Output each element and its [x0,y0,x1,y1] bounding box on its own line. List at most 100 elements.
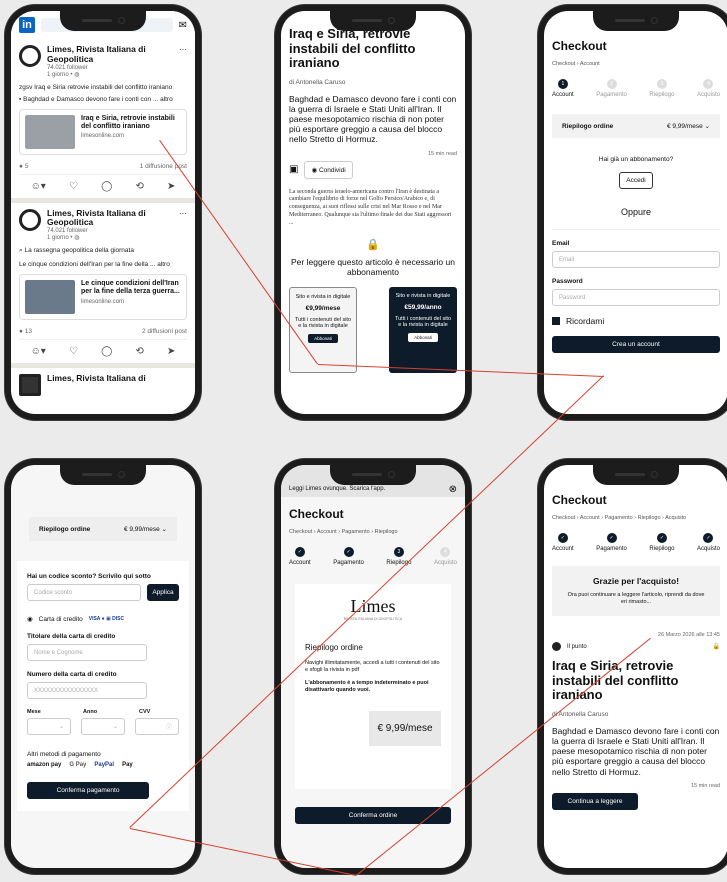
amazon-pay-button[interactable]: amazon pay [27,762,61,768]
holder-field[interactable]: Nome e Cognome [27,644,147,661]
confirm-payment-button[interactable]: Conferma pagamento [27,782,149,799]
plan-desc: Tutti i contenuti del sito e la rivista … [294,316,352,329]
comment-icon[interactable]: ◯ [101,346,112,357]
checkbox-icon[interactable] [552,317,560,325]
like-icon[interactable]: ♡ [69,346,78,357]
remember-label: Ricordami [566,316,605,326]
cvv-field[interactable]: ⓘ [135,718,179,735]
post-author[interactable]: Limes, Rivista Italiana di Geopolitica [47,208,173,229]
card-title: Iraq e Siria, retrovie instabili del con… [81,114,175,130]
repost-icon[interactable]: ⟲ [135,346,143,357]
google-pay-button[interactable]: G Pay [69,762,86,768]
year-select[interactable]: ⌄ [81,718,125,735]
subscribe-button[interactable]: Abbonati [408,332,438,342]
create-account-button[interactable]: Crea un account [552,336,720,353]
like-icon[interactable]: ♡ [69,181,78,192]
reaction-icon: ● [19,162,23,170]
post-actions: ☺▾ ♡ ◯ ⟲ ➤ [19,175,187,198]
card-number-field[interactable]: XXXXXXXXXXXXXXXX [27,682,147,699]
avatar-switch-icon[interactable]: ☺▾ [31,181,46,192]
card-title: Le cinque condizioni dell'Iran per la fi… [81,280,180,296]
continue-reading-button[interactable]: Continua a leggere [552,792,638,810]
post-text-more[interactable]: Le cinque condizioni dell'Iran per la fi… [19,261,187,268]
password-field[interactable]: Password [552,289,720,306]
apply-button[interactable]: Applica [147,584,179,601]
checkout-payment-screen: Riepilogo ordine € 9,99/mese ⌄ Hai un cod… [11,465,195,868]
link-card[interactable]: Le cinque condizioni dell'Iran per la fi… [19,274,187,321]
step-account: 1 Account [552,79,574,98]
lock-icon: 🔒 [366,238,380,251]
send-icon[interactable]: ➤ [167,346,175,357]
post-author[interactable]: Limes, Rivista Italiana di [47,373,146,396]
post-text: ⌕ La rassegna geopolitica della giornata [19,247,134,255]
card-number-label: Numero della carta di credito [27,671,117,678]
thank-you-text: Ora puoi continuare a leggere l'articolo… [567,592,705,606]
send-icon[interactable]: ➤ [167,181,175,192]
post-actions: ☺▾ ♡ ◯ ⟲ ➤ [19,340,187,363]
order-summary-dropdown[interactable]: Riepilogo ordine € 9,99/mese ⌄ [29,517,177,541]
avatar[interactable] [19,374,41,397]
post-text-more[interactable]: ▪ Baghdad e Damasco devono fare i conti … [19,96,187,103]
or-divider: Oppure [552,207,720,230]
article-lead: Baghdad e Damasco devono fare i conti co… [552,725,720,777]
paywall-message: Per leggere questo articolo è necessario… [291,256,455,277]
avatar-switch-icon[interactable]: ☺▾ [31,346,46,357]
repost-icon[interactable]: ⟲ [135,181,143,192]
phone-checkout-payment: Riepilogo ordine € 9,99/mese ⌄ Hai un cod… [5,459,201,874]
more-icon[interactable]: ··· [179,209,187,242]
share-button[interactable]: ◉ Condividi [304,160,353,179]
email-field[interactable]: Email [552,251,720,268]
message-icon[interactable]: ✉ [179,20,187,31]
step-summary: 3 Riepilogo [649,79,675,98]
apple-pay-button[interactable]: Pay [122,762,133,768]
post-author[interactable]: Limes, Rivista Italiana di Geopolitica [47,44,173,65]
close-icon[interactable]: ⊗ [449,484,457,495]
phone-notch [593,465,679,485]
chevron-down-icon: ⌄ [161,526,167,533]
globe-icon: ◍ [74,235,80,242]
phone-notch [60,465,146,485]
article-author[interactable]: di Antonella Caruso [552,711,720,718]
article-lead: Baghdad e Damasco devono fare i conti co… [289,93,457,145]
feed-post: Limes, Rivista Italiana di Geopolitica 7… [11,39,195,198]
breadcrumb[interactable]: Checkout › Account [552,61,720,67]
post-time: 1 giorno • [47,71,73,78]
thank-you-title: Grazie per l'acquisto! [592,576,680,586]
read-time: 15 min read [690,782,720,789]
step-account: ✓ Account [552,533,574,552]
checkout-steps: ✓ Account ✓ Pagamento 3 Riepilogo 4 Acquisto [289,547,457,566]
discount-field[interactable]: Codice sconto [27,584,141,601]
plan-desc: Tutti i contenuti del sito e la rivista … [394,315,452,328]
order-summary-dropdown[interactable]: Riepilogo ordine € 9,99/mese ⌄ [552,114,720,138]
avatar[interactable] [19,45,41,67]
paypal-button[interactable]: PayPal [94,762,114,768]
breadcrumb[interactable]: Checkout › Account › Pagamento › Riepilo… [552,515,720,521]
linkedin-logo[interactable]: in [19,17,35,33]
login-button[interactable]: Accedi [619,172,653,189]
checkout-complete-screen: Checkout Checkout › Account › Pagamento … [544,465,727,868]
page-title: Checkout [552,493,607,507]
article-author[interactable]: di Antonella Caruso [289,79,457,86]
more-icon[interactable]: ··· [179,45,187,78]
phone-notch [330,465,416,485]
comment-icon[interactable]: ◯ [101,181,112,192]
plan-yearly[interactable]: Sito e rivista in digitale €59,99/anno T… [389,286,457,373]
globe-icon: ◍ [74,71,80,78]
breadcrumb[interactable]: Checkout › Account › Pagamento › Riepilo… [289,529,457,535]
post-time: 1 giorno • [47,235,73,242]
password-label: Password [552,278,583,285]
radio-icon[interactable]: ◉ [27,615,33,623]
subscribe-button[interactable]: Abbonati [308,333,338,343]
article-thumbnail [25,280,75,315]
link-card[interactable]: Iraq e Siria, retrovie instabili del con… [19,108,187,155]
step-payment: ✓ Pagamento [596,533,627,552]
checkout-steps: 1 Account 2 Pagamento 3 Riepilogo 4 Acquisto [552,79,720,98]
section-tag[interactable]: Il punto [567,644,587,650]
plan-name: Sito e rivista in digitale [295,293,351,300]
month-select[interactable]: ⌄ [27,718,71,735]
phone-notch [330,11,416,31]
plan-monthly[interactable]: Sito e rivista in digitale €9,99/mese Tu… [289,286,357,373]
bookmark-icon[interactable]: ▣ [289,164,298,175]
year-label: Anno [83,709,98,715]
avatar[interactable] [19,208,41,231]
